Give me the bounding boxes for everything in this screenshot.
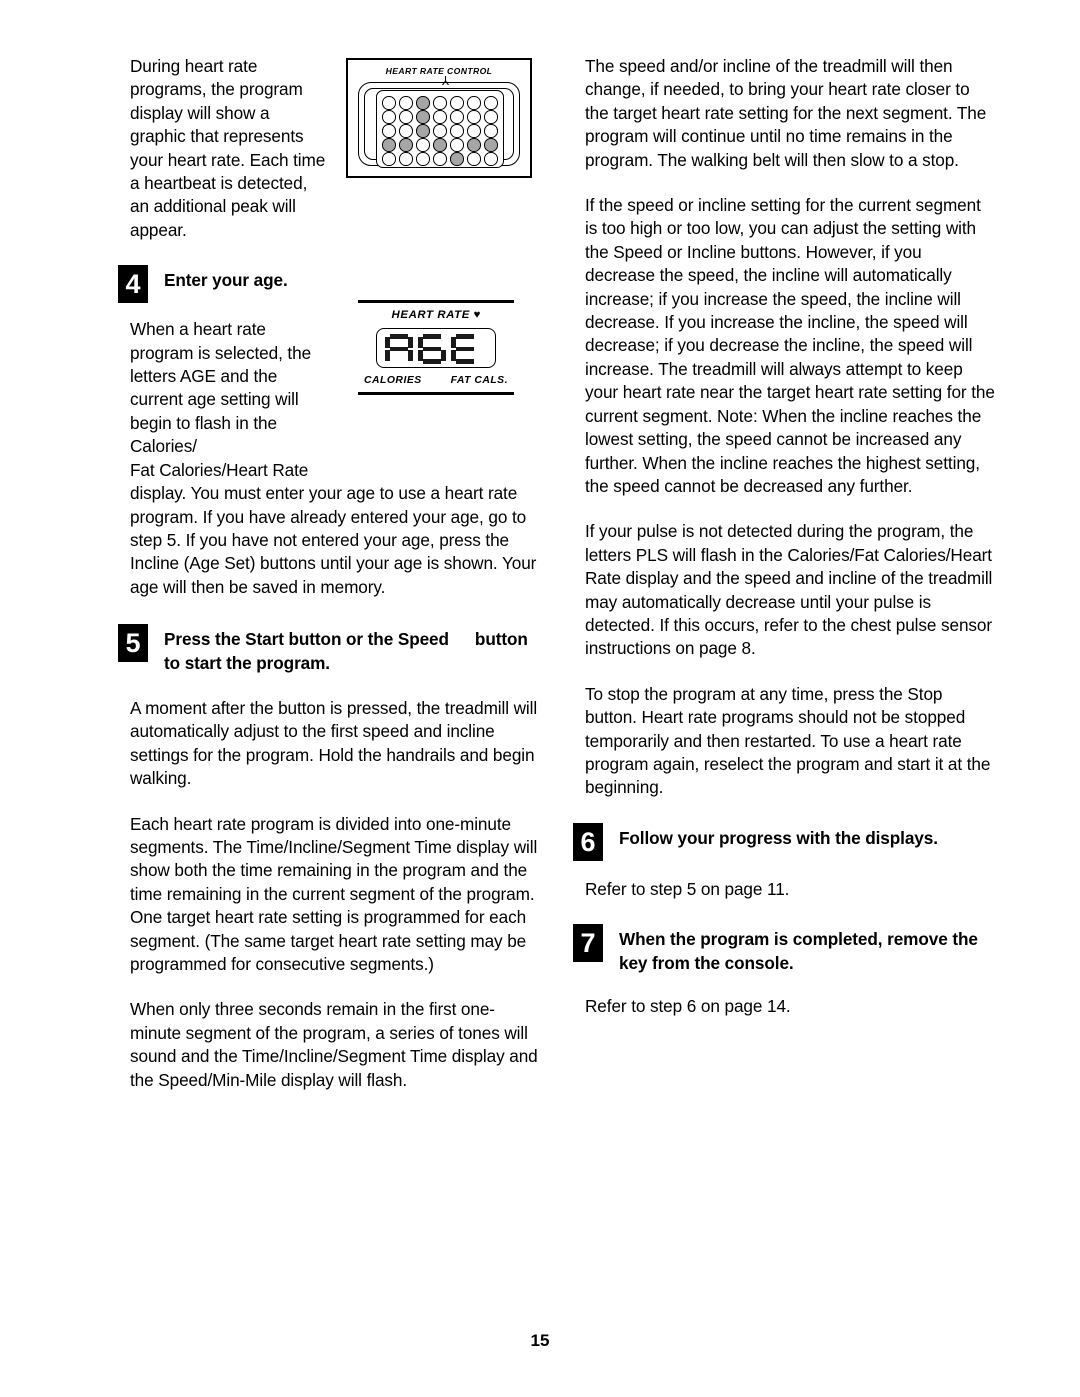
step-5-paragraph-2: Each heart rate program is divided into … — [130, 813, 538, 974]
step-5-title-part1: Press the Start button or the Speed — [164, 629, 449, 650]
step-4-body-narrow: When a heart rate program is selected, t… — [130, 319, 312, 457]
step-7-heading: 7 When the program is completed, remove … — [573, 924, 995, 975]
right-paragraph-4: To stop the program at any time, press t… — [585, 683, 991, 798]
step-4-heading: 4 Enter your age. — [118, 265, 540, 304]
step-6-badge: 6 — [573, 822, 603, 861]
manual-page: HEART RATE CONTROL HEART RATE ♥ CALORIES… — [0, 0, 1080, 1397]
intro-paragraph: During heart rate programs, the program … — [130, 56, 326, 240]
step-5-paragraph-3: When only three seconds remain in the fi… — [130, 999, 538, 1090]
step-4-badge: 4 — [118, 265, 148, 304]
left-text-column: During heart rate programs, the program … — [118, 55, 540, 1110]
step-4-body-rest: display. You must enter your age to use … — [130, 483, 537, 597]
page-number: 15 — [530, 1331, 550, 1350]
step-6-title: Follow your progress with the displays. — [619, 827, 938, 848]
step-7-title: When the program is completed, remove th… — [619, 929, 978, 973]
step-6-body: Refer to step 5 on page 11. — [585, 878, 790, 899]
right-paragraph-2: If the speed or incline setting for the … — [585, 195, 995, 496]
right-paragraph-1: The speed and/or incline of the treadmil… — [585, 56, 987, 170]
step-5-badge: 5 — [118, 624, 148, 663]
step-4-title: Enter your age. — [164, 270, 288, 291]
step-5-heading: 5 Press the Start button or the Speed but… — [118, 624, 540, 675]
step-5-title: Press the Start button or the Speed butto… — [164, 625, 540, 675]
step-7-badge: 7 — [573, 924, 603, 963]
step-5-paragraph-1: A moment after the button is pressed, th… — [130, 697, 538, 789]
step-4-body-narrow-2: Fat Calories/Heart Rate — [130, 459, 309, 480]
right-paragraph-3: If your pulse is not detected during the… — [585, 521, 993, 659]
step-7-body: Refer to step 6 on page 14. — [585, 996, 791, 1016]
right-text-column: The speed and/or incline of the treadmil… — [573, 55, 995, 1036]
step-6-heading: 6 Follow your progress with the displays… — [573, 822, 995, 862]
